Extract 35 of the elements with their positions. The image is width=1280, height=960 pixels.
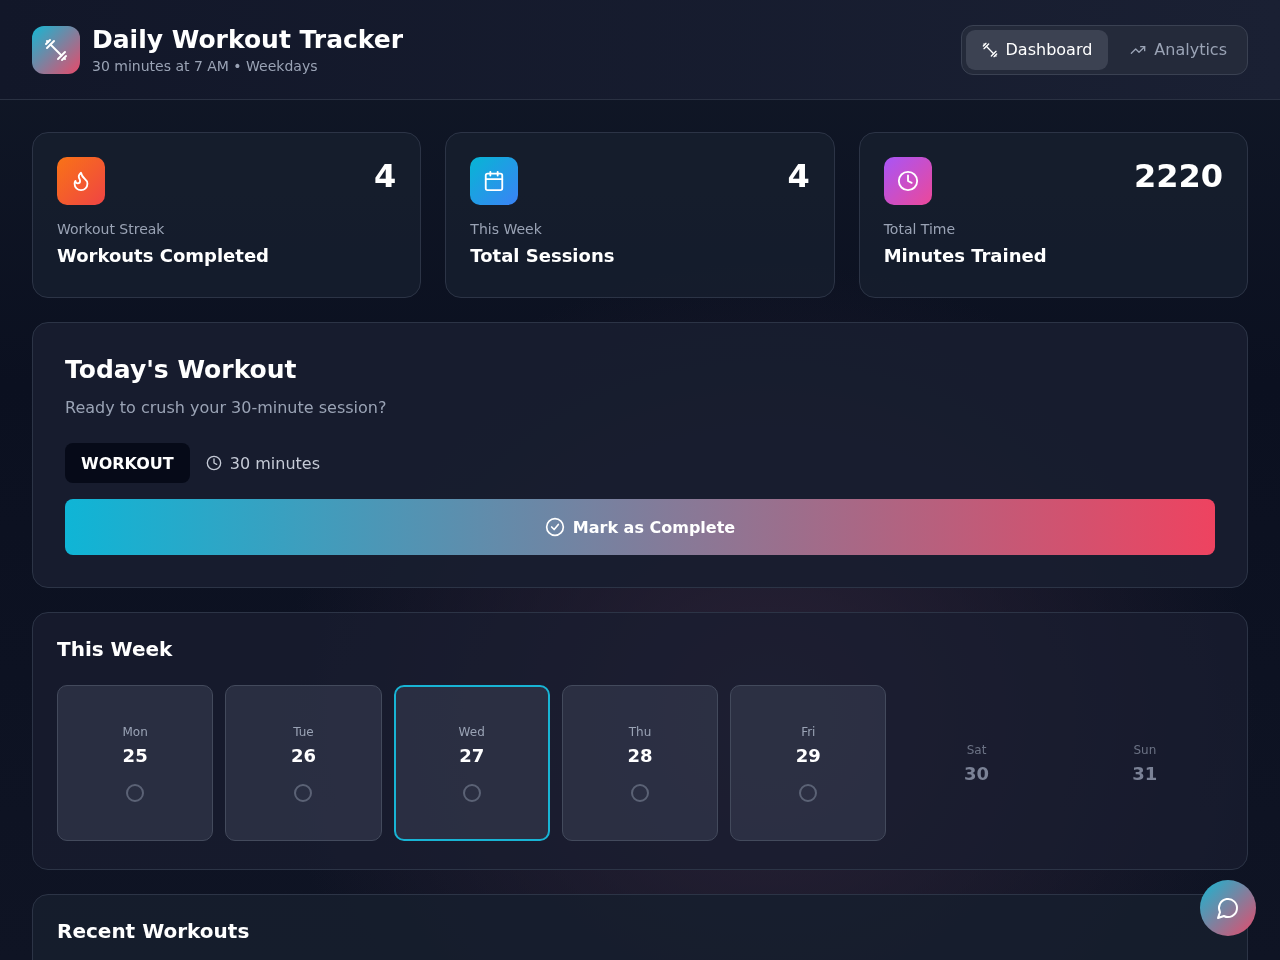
day-tile[interactable]: Wed 27 [393, 685, 550, 841]
nav-tab[interactable]: Dashboard [965, 29, 1109, 70]
stat-caption: Total Time [883, 221, 957, 237]
calendar-icon [483, 170, 506, 192]
dumbbell-icon [44, 37, 68, 62]
day-tile[interactable]: Fri 29 [730, 685, 887, 841]
check-circle-icon [544, 517, 565, 537]
stat-value: 4 [787, 157, 810, 195]
section-title: Today's Workout [65, 355, 298, 384]
stat-value: 2220 [1133, 157, 1223, 195]
clock-icon [205, 455, 222, 471]
day-tile[interactable]: Tue 26 [225, 685, 382, 841]
duration-text: 30 minutes [229, 453, 320, 473]
chat-button[interactable] [1200, 880, 1256, 936]
clock-icon [896, 170, 919, 192]
complete-button[interactable]: Mark as Complete [65, 499, 1215, 555]
stat-caption: This Week [470, 221, 543, 237]
stat-label: Total Sessions [470, 245, 616, 266]
day-tile[interactable]: Thu 28 [561, 685, 719, 841]
section-title: Recent Workouts [57, 919, 251, 943]
day-tile[interactable]: Sun 31 [1066, 685, 1223, 841]
chat-icon [1216, 896, 1240, 920]
day-tile[interactable]: Mon 25 [57, 685, 214, 841]
section-subtitle: Ready to crush your 30-minute session? [65, 398, 388, 417]
section-title: This Week [57, 637, 174, 661]
app-title: Daily Workout Tracker [92, 25, 404, 54]
app-subtitle: 30 minutes at 7 AM • Weekdays [92, 58, 319, 74]
stat-label: Workouts Completed [57, 245, 270, 266]
nav-tab[interactable]: Analytics [1114, 29, 1243, 70]
workout-badge: WORKOUT [65, 443, 190, 483]
dumbbell-icon [981, 41, 998, 58]
stat-value: 4 [374, 157, 397, 195]
stat-label: Minutes Trained [883, 245, 1048, 266]
day-tile[interactable]: Sat 30 [898, 685, 1055, 841]
stat-caption: Workout Streak [57, 221, 166, 237]
